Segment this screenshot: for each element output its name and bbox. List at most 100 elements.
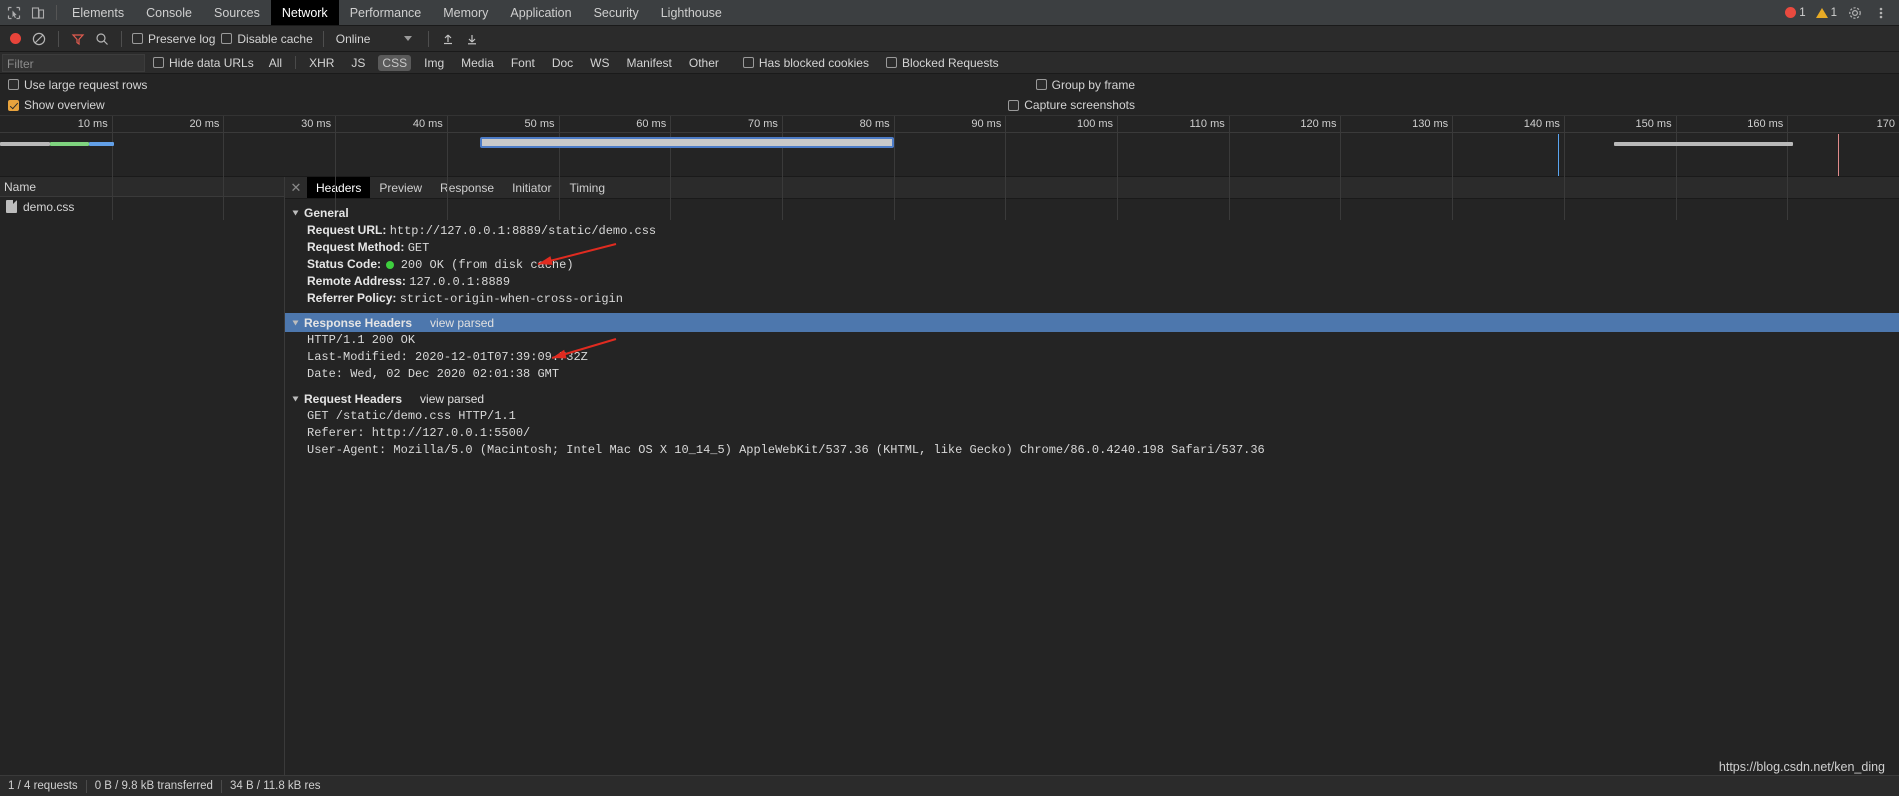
hide-data-urls-checkbox[interactable]: Hide data URLs [153, 56, 254, 70]
chevron-down-icon [404, 36, 413, 41]
filter-type-doc[interactable]: Doc [548, 55, 577, 71]
checkbox-box [8, 79, 19, 90]
overview-tick-label: 20 ms [189, 118, 220, 130]
overview-tick-label: 70 ms [747, 118, 778, 130]
field-value: GET [407, 241, 430, 255]
tab-label: Console [146, 5, 192, 20]
filter-icon[interactable] [69, 30, 87, 48]
filter-type-img[interactable]: Img [420, 55, 448, 71]
gear-icon[interactable] [1847, 5, 1863, 21]
filter-type-all[interactable]: All [265, 55, 286, 71]
tab-lighthouse[interactable]: Lighthouse [650, 0, 733, 25]
settings-row-large-rows: Use large request rows Group by frame [0, 74, 1899, 95]
show-overview-checkbox[interactable]: Show overview [8, 98, 105, 112]
error-count-badge[interactable]: 1 [1785, 7, 1806, 19]
overview-event-line [1558, 134, 1560, 176]
overview-tick-label: 50 ms [524, 118, 555, 130]
request-detail-panel: ✕ Headers Preview Response Initiator Tim… [285, 177, 1899, 775]
field-key: Request URL: [307, 223, 387, 237]
tab-label: Lighthouse [660, 5, 722, 20]
checkbox-box [153, 57, 164, 68]
request-header-line: Referer: http://127.0.0.1:5500/ [307, 426, 531, 440]
detail-tab-headers[interactable]: Headers [307, 177, 371, 198]
tab-network[interactable]: Network [270, 0, 339, 25]
network-overview-timeline[interactable]: 10 ms 20 ms 30 ms 40 ms 50 ms 60 ms 70 ms 80 ms… [0, 116, 1899, 220]
section-title-label: Response Headers [304, 315, 413, 330]
blocked-requests-label: Blocked Requests [901, 55, 999, 70]
checkbox-box [1035, 79, 1047, 90]
disable-cache-checkbox[interactable]: Disable cache [221, 32, 313, 46]
record-dot [9, 33, 21, 44]
inspect-element-icon[interactable] [6, 5, 22, 21]
capture-screenshots-checkbox[interactable]: Capture screenshots [1008, 98, 1135, 112]
tab-label: Memory [443, 5, 489, 20]
blocked-requests-checkbox[interactable]: Blocked Requests [885, 55, 999, 70]
overview-ruler [0, 116, 1899, 133]
overview-request-band [0, 142, 51, 146]
throttling-value: Online [335, 31, 371, 46]
devtools-tabbar: Elements Console Sources Network Perform… [0, 0, 1899, 26]
detail-tab-preview[interactable]: Preview [370, 177, 431, 198]
tab-application[interactable]: Application [499, 0, 582, 25]
import-har-icon[interactable] [439, 30, 457, 48]
tabbar-right-controls: 1 1 [1775, 0, 1899, 25]
section-request-headers-header[interactable]: Request Headers view parsed [285, 389, 1899, 408]
search-icon[interactable] [93, 30, 111, 48]
detail-tab-timing[interactable]: Timing [560, 177, 614, 198]
record-icon[interactable] [6, 30, 24, 48]
request-row-demo-css[interactable]: demo.css [0, 197, 284, 216]
tab-label: Security [593, 5, 639, 20]
detail-tab-initiator[interactable]: Initiator [503, 177, 560, 198]
network-body: Name demo.css ✕ Headers Preview Response… [0, 177, 1899, 775]
detail-tab-label: Initiator [512, 180, 552, 195]
detail-tab-response[interactable]: Response [431, 177, 503, 198]
device-toolbar-icon[interactable] [30, 5, 46, 21]
response-header-line: HTTP/1.1 200 OK [307, 333, 416, 347]
tab-label: Performance [349, 5, 422, 20]
view-parsed-link[interactable]: view parsed [430, 316, 494, 330]
overview-tick-label: 150 ms [1635, 118, 1672, 130]
close-icon[interactable]: ✕ [285, 177, 307, 198]
general-remote-address: Remote Address: 127.0.0.1:8889 [285, 273, 1899, 290]
overview-tick-label: 170 [1876, 118, 1895, 130]
tab-console[interactable]: Console [135, 0, 203, 25]
field-key: Request Method: [307, 240, 405, 254]
tab-label: Network [281, 5, 328, 20]
use-large-request-rows-checkbox[interactable]: Use large request rows [8, 78, 147, 92]
filter-type-ws[interactable]: WS [586, 55, 613, 71]
tab-performance[interactable]: Performance [339, 0, 433, 25]
has-blocked-cookies-checkbox[interactable]: Has blocked cookies [742, 56, 869, 70]
more-vertical-icon[interactable] [1873, 5, 1889, 21]
view-parsed-link[interactable]: view parsed [420, 392, 484, 406]
filter-type-font[interactable]: Font [507, 55, 539, 71]
warning-count-badge[interactable]: 1 [1815, 7, 1837, 19]
status-resources: 34 B / 11.8 kB res [229, 780, 321, 792]
filter-input[interactable]: Filter [2, 53, 145, 72]
tab-memory[interactable]: Memory [432, 0, 499, 25]
tabbar-divider [56, 5, 57, 20]
section-general-header[interactable]: General [285, 203, 1899, 222]
clear-icon[interactable] [30, 30, 48, 48]
tab-security[interactable]: Security [583, 0, 650, 25]
export-har-icon[interactable] [463, 30, 481, 48]
section-response-headers-header[interactable]: Response Headers view parsed [285, 313, 1899, 332]
overview-tick-label: 10 ms [77, 118, 108, 130]
filter-type-manifest[interactable]: Manifest [623, 55, 676, 71]
group-by-frame-checkbox[interactable]: Group by frame [1035, 78, 1135, 92]
chevron-down-icon [292, 396, 299, 401]
filter-type-media[interactable]: Media [457, 55, 498, 71]
overview-request-band [50, 142, 90, 146]
tab-sources[interactable]: Sources [203, 0, 271, 25]
filter-type-css[interactable]: CSS [378, 54, 412, 71]
tab-elements[interactable]: Elements [61, 0, 135, 25]
throttling-select[interactable]: Online [334, 32, 413, 46]
overview-selection-window[interactable] [480, 137, 894, 148]
filter-type-xhr[interactable]: XHR [305, 55, 338, 71]
tab-label: Application [510, 5, 572, 20]
overview-request-band [1614, 142, 1793, 146]
preserve-log-checkbox[interactable]: Preserve log [132, 32, 215, 46]
filter-type-other[interactable]: Other [685, 55, 723, 71]
filter-type-js[interactable]: JS [347, 55, 369, 71]
devtools-window: Elements Console Sources Network Perform… [0, 0, 1899, 796]
field-value: 127.0.0.1:8889 [409, 275, 511, 289]
